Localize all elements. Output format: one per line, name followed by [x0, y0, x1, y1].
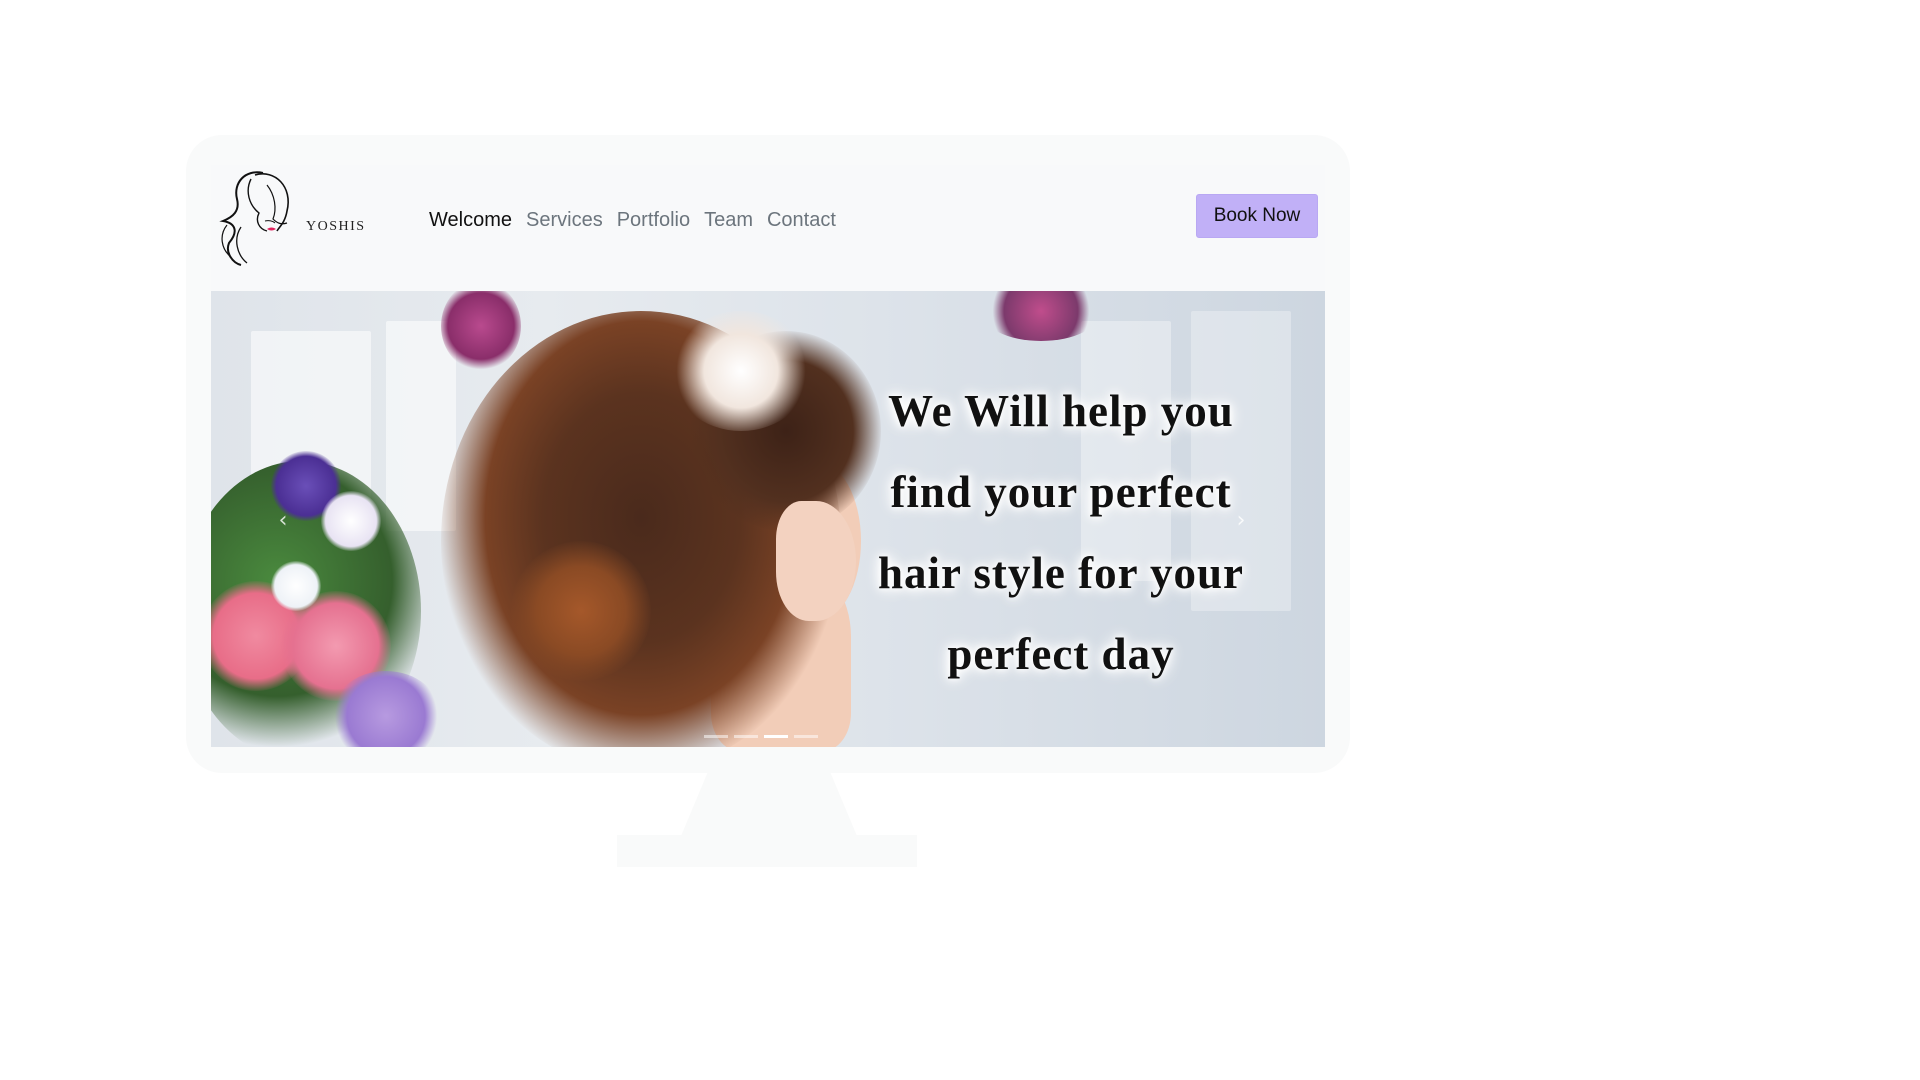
nav-links: Welcome Services Portfolio Team Contact — [429, 209, 836, 232]
carousel-prev-button[interactable]: ‹ — [268, 506, 298, 536]
chevron-right-icon: › — [1236, 508, 1246, 533]
carousel-indicator[interactable] — [794, 735, 818, 738]
brand-logo[interactable]: YOSHIS — [215, 165, 365, 270]
nav-item-services[interactable]: Services — [526, 209, 603, 232]
carousel-indicator[interactable] — [734, 735, 758, 738]
nav-item-welcome[interactable]: Welcome — [429, 209, 512, 232]
monitor-stand-base — [617, 835, 917, 867]
book-now-button[interactable]: Book Now — [1196, 194, 1318, 238]
brand-name: YOSHIS — [306, 219, 366, 234]
carousel-indicator-active[interactable] — [764, 735, 788, 738]
chevron-left-icon: ‹ — [278, 508, 288, 533]
carousel-indicators — [704, 735, 818, 738]
nav-item-contact[interactable]: Contact — [767, 209, 836, 232]
website-screen: YOSHIS Welcome Services Portfolio Team C… — [211, 165, 1325, 747]
page: YOSHIS Welcome Services Portfolio Team C… — [0, 0, 1920, 1080]
monitor-stand-neck — [681, 773, 857, 836]
carousel-indicator[interactable] — [704, 735, 728, 738]
navbar: YOSHIS Welcome Services Portfolio Team C… — [211, 165, 1325, 290]
woman-face-logo-icon — [219, 171, 289, 266]
hero-carousel: We Will help you find your perfect hair … — [211, 291, 1325, 747]
carousel-next-button[interactable]: › — [1226, 506, 1256, 536]
nav-item-team[interactable]: Team — [704, 209, 753, 232]
hero-headline: We Will help you find your perfect hair … — [877, 386, 1245, 679]
nav-item-portfolio[interactable]: Portfolio — [617, 209, 690, 232]
